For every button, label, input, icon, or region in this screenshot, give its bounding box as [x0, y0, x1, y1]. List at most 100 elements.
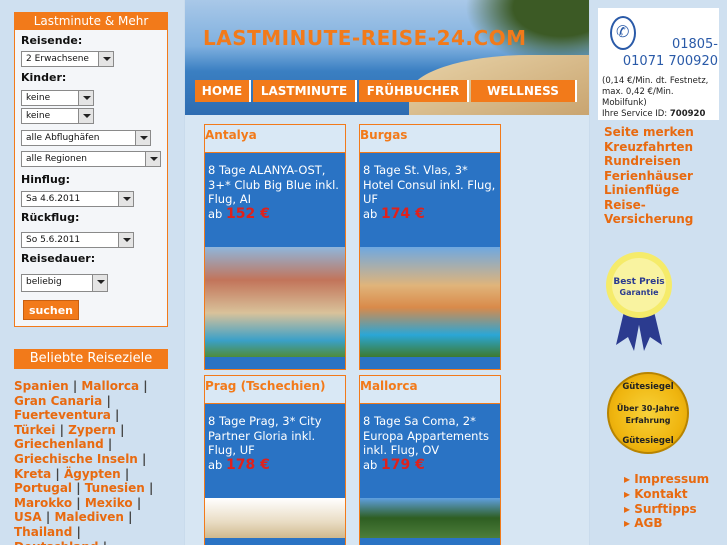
destination-link[interactable]: Marokko	[14, 496, 72, 510]
quick-link[interactable]: Kreuzfahrten	[604, 140, 727, 155]
footer-link[interactable]: AGB	[624, 516, 709, 531]
chevron-down-icon	[92, 275, 107, 291]
destination-link[interactable]: Spanien	[14, 379, 69, 393]
chevron-down-icon	[118, 192, 133, 206]
offer-card[interactable]: Mallorca 8 Tage Sa Coma, 2* Europa Appar…	[359, 375, 501, 545]
separator: |	[139, 379, 148, 393]
quick-link[interactable]: Reise-Versicherung	[604, 198, 727, 227]
separator: |	[110, 408, 120, 423]
right-sidebar: 01805- 01071 700920 (0,14 €/Min. dt. Fest…	[590, 0, 727, 545]
offer-price-prefix: ab	[208, 457, 223, 472]
separator: |	[137, 451, 147, 466]
phone-line-1: 01805-	[671, 37, 718, 52]
quick-link[interactable]: Ferienhäuser	[604, 169, 727, 184]
search-button[interactable]: suchen	[23, 300, 79, 320]
offer-description: 8 Tage St. Vlas, 3* Hotel Consul inkl. F…	[360, 153, 500, 247]
offer-city: Mallorca	[360, 376, 500, 404]
kinder-label: Kinder:	[21, 71, 67, 84]
footer-link[interactable]: Impressum	[624, 472, 709, 487]
offer-price: 178 €	[226, 456, 270, 473]
offer-city: Burgas	[360, 125, 500, 153]
search-form: Reisende: 2 Erwachsene Kinder: keine kei…	[14, 30, 168, 327]
separator: |	[102, 393, 111, 408]
offer-price: 179 €	[381, 456, 425, 473]
separator: |	[72, 481, 85, 496]
header-banner: LASTMINUTE-REISE-24.COM HOME LASTMINUTE …	[185, 0, 589, 115]
destination-link[interactable]: Portugal	[14, 481, 72, 495]
nav-fruehbucher[interactable]: FRÜHBUCHER	[359, 80, 469, 102]
offer-card[interactable]: Burgas 8 Tage St. Vlas, 3* Hotel Consul …	[359, 124, 501, 370]
quick-link[interactable]: Rundreisen	[604, 154, 727, 169]
destination-link[interactable]: Ägypten	[64, 467, 121, 481]
nav-wellness[interactable]: WELLNESS	[471, 80, 577, 102]
offer-price: 152 €	[226, 205, 270, 222]
seal-line-2: Garantie	[620, 288, 660, 297]
destination-link[interactable]: Tunesien	[85, 481, 145, 495]
offer-text: 8 Tage ALANYA-OST, 3+* Club Big Blue ink…	[208, 163, 339, 206]
destination-link[interactable]: Malediven	[54, 510, 124, 524]
offer-city: Antalya	[205, 125, 345, 153]
reisende-select[interactable]: 2 Erwachsene	[21, 51, 114, 67]
destination-link[interactable]: Fuerteventura	[14, 408, 111, 422]
separator: |	[115, 422, 125, 437]
separator: |	[41, 510, 55, 525]
destination-link[interactable]: USA	[14, 510, 42, 524]
kind1-select[interactable]: keine	[21, 90, 94, 106]
guete-mid-1: Über 30-Jahre	[616, 404, 680, 413]
destination-link[interactable]: Deutschland	[14, 540, 99, 545]
kind2-select[interactable]: keine	[21, 108, 94, 124]
separator: |	[144, 481, 154, 496]
offer-card[interactable]: Prag (Tschechien) 8 Tage Prag, 3* City P…	[204, 375, 346, 545]
separator: |	[68, 379, 82, 393]
offer-text: 8 Tage Sa Coma, 2* Europa Appartements i…	[363, 414, 489, 457]
destination-link[interactable]: Mexiko	[85, 496, 133, 510]
footer-link[interactable]: Surftipps	[624, 502, 709, 517]
guete-top: Gütesiegel	[622, 382, 674, 392]
hotel-photo[interactable]	[205, 498, 345, 538]
service-id: 700920	[669, 109, 706, 119]
separator: |	[55, 422, 69, 437]
quick-link[interactable]: Seite merken	[604, 125, 727, 140]
kind2-value: keine	[26, 111, 51, 121]
destination-link[interactable]: Thailand	[14, 525, 72, 539]
destination-link[interactable]: Griechenland	[14, 437, 104, 451]
rueckflug-select[interactable]: So 5.6.2011	[21, 232, 134, 248]
offer-text: 8 Tage St. Vlas, 3* Hotel Consul inkl. F…	[363, 163, 496, 206]
destination-link[interactable]: Gran Canaria	[14, 394, 102, 408]
destinations-list: Spanien | Mallorca | Gran Canaria | Fuer…	[14, 379, 164, 545]
hotel-photo[interactable]	[360, 247, 500, 357]
destination-link[interactable]: Mallorca	[81, 379, 139, 393]
offer-card[interactable]: Antalya 8 Tage ALANYA-OST, 3+* Club Big …	[204, 124, 346, 370]
separator: |	[72, 524, 81, 539]
separator: |	[132, 495, 142, 510]
offer-price-prefix: ab	[208, 206, 223, 221]
region-select[interactable]: alle Regionen	[21, 151, 161, 167]
hinflug-select[interactable]: Sa 4.6.2011	[21, 191, 134, 207]
hotel-photo[interactable]	[205, 247, 345, 357]
chevron-down-icon	[135, 131, 150, 145]
abflughafen-select[interactable]: alle Abflughäfen	[21, 130, 151, 146]
quick-link[interactable]: Linienflüge	[604, 183, 727, 198]
search-box-heading: Lastminute & Mehr	[14, 12, 168, 30]
separator: |	[123, 510, 133, 525]
offer-text: 8 Tage Prag, 3* City Partner Gloria inkl…	[208, 414, 322, 457]
destination-link[interactable]: Kreta	[14, 467, 51, 481]
hotel-photo[interactable]	[360, 498, 500, 538]
site-title[interactable]: LASTMINUTE-REISE-24.COM	[203, 26, 527, 50]
chevron-down-icon	[145, 152, 160, 166]
nav-lastminute[interactable]: LASTMINUTE	[253, 80, 357, 102]
kind1-value: keine	[26, 93, 51, 103]
left-sidebar: Lastminute & Mehr Reisende: 2 Erwachsene…	[0, 0, 184, 545]
destination-link[interactable]: Zypern	[68, 423, 116, 437]
footer-link[interactable]: Kontakt	[624, 487, 709, 502]
separator: |	[120, 466, 130, 481]
offer-description: 8 Tage Sa Coma, 2* Europa Appartements i…	[360, 404, 500, 498]
hinflug-value: Sa 4.6.2011	[26, 194, 81, 204]
phone-number[interactable]: 01805- 01071 700920	[602, 36, 718, 70]
destination-link[interactable]: Türkei	[14, 423, 55, 437]
nav-home[interactable]: HOME	[195, 80, 251, 102]
offer-description: 8 Tage ALANYA-OST, 3+* Club Big Blue ink…	[205, 153, 345, 247]
offer-city: Prag (Tschechien)	[205, 376, 345, 404]
destination-link[interactable]: Griechische Inseln	[14, 452, 138, 466]
reisedauer-select[interactable]: beliebig	[21, 274, 108, 292]
